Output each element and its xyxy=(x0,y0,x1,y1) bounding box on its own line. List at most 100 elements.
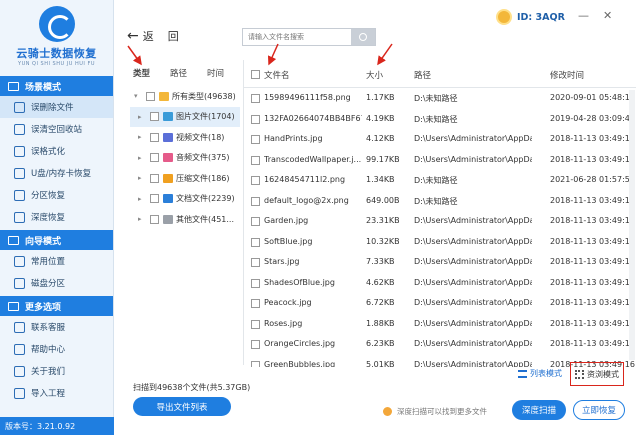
tab-time[interactable]: 时间 xyxy=(207,67,224,79)
scrollbar[interactable] xyxy=(629,90,635,360)
sidebar-item-import[interactable]: 导入工程 xyxy=(0,382,113,404)
recover-now-button[interactable]: 立即恢复 xyxy=(573,400,625,420)
file-size: 4.19KB xyxy=(366,113,395,123)
select-all-checkbox[interactable] xyxy=(251,70,260,79)
close-button[interactable]: ✕ xyxy=(603,9,612,22)
table-row[interactable]: TranscodedWallpaper.j... 99.17KB D:\Users\… xyxy=(244,150,636,171)
expand-icon[interactable]: ▸ xyxy=(138,195,146,203)
checkbox[interactable] xyxy=(150,112,159,122)
file-date: 2018-11-13 03:49:16 xyxy=(550,195,635,205)
sidebar-item-disk-partition[interactable]: 磁盘分区 xyxy=(0,272,113,294)
checkbox[interactable] xyxy=(146,91,155,101)
list-icon xyxy=(518,369,527,378)
row-checkbox[interactable] xyxy=(251,114,260,124)
table-row[interactable]: 16248454711l2.png 1.34KB D:\未知路径 2021-06-28… xyxy=(244,170,636,191)
sidebar-item-format[interactable]: 误格式化 xyxy=(0,140,113,162)
file-size: 6.72KB xyxy=(366,298,395,307)
back-button[interactable]: ← 返 回 xyxy=(127,28,179,44)
row-checkbox[interactable] xyxy=(251,135,260,144)
sidebar-item-deleted-files[interactable]: 误删除文件 xyxy=(0,96,113,118)
column-header-size[interactable]: 大小 xyxy=(366,69,383,81)
row-checkbox[interactable] xyxy=(251,258,260,267)
sidebar-item-help[interactable]: 帮助中心 xyxy=(0,338,113,360)
table-row[interactable]: OrangeCircles.jpg 6.23KB D:\Users\Administ… xyxy=(244,334,636,355)
file-date: 2018-11-13 03:49:16 xyxy=(550,134,635,143)
checkbox[interactable] xyxy=(150,132,159,142)
table-row[interactable]: default_logo@2x.png 649.00B D:\未知路径 2018-11… xyxy=(244,191,636,212)
expand-icon[interactable]: ▸ xyxy=(138,113,146,121)
expand-icon[interactable]: ▸ xyxy=(138,215,146,223)
sidebar-item-partition[interactable]: 分区恢复 xyxy=(0,184,113,206)
file-size: 4.12KB xyxy=(366,134,395,143)
table-row[interactable]: HandPrints.jpg 4.12KB D:\Users\Administrat… xyxy=(244,129,636,150)
tree-item-archives[interactable]: ▸ 压缩文件(186) xyxy=(130,168,240,189)
row-checkbox[interactable] xyxy=(251,237,260,247)
file-date: 2018-11-13 03:49:16 xyxy=(550,298,635,307)
expand-icon[interactable]: ▾ xyxy=(134,92,142,100)
row-checkbox[interactable] xyxy=(251,278,260,288)
checkbox[interactable] xyxy=(150,153,159,163)
tree-item-all[interactable]: ▾ 所有类型(49638) xyxy=(130,86,240,107)
sidebar-item-about[interactable]: 关于我们 xyxy=(0,360,113,382)
sidebar-item-recycle-bin[interactable]: 误清空回收站 xyxy=(0,118,113,140)
export-list-button[interactable]: 导出文件列表 xyxy=(133,397,231,416)
checkbox[interactable] xyxy=(150,194,159,204)
column-header-name[interactable]: 文件名 xyxy=(264,69,290,81)
tree-item-images[interactable]: ▸ 图片文件(1704) xyxy=(130,106,240,127)
sidebar-item-usb-card[interactable]: U盘/内存卡恢复 xyxy=(0,162,113,184)
row-checkbox[interactable] xyxy=(251,299,260,308)
section-wizard-mode[interactable]: 向导模式 xyxy=(0,230,113,250)
row-checkbox[interactable] xyxy=(251,155,260,165)
table-row[interactable]: ShadesOfBlue.jpg 4.62KB D:\Users\Administr… xyxy=(244,273,636,294)
user-avatar-icon xyxy=(496,9,512,25)
user-id[interactable]: ID: 3AQR xyxy=(496,9,565,25)
section-scene-mode[interactable]: 场景模式 xyxy=(0,76,113,96)
folder-icon xyxy=(14,255,25,267)
tab-type[interactable]: 类型 xyxy=(133,67,150,79)
other-file-icon xyxy=(163,214,173,224)
column-header-path[interactable]: 路径 xyxy=(414,69,431,81)
row-checkbox[interactable] xyxy=(251,217,260,226)
table-row[interactable]: Garden.jpg 23.31KB D:\Users\Administrator\… xyxy=(244,211,636,232)
list-view-button[interactable]: 列表模式 xyxy=(518,368,562,379)
tab-path[interactable]: 路径 xyxy=(170,67,187,79)
expand-icon[interactable]: ▸ xyxy=(138,174,146,182)
checkbox[interactable] xyxy=(150,173,159,183)
thumbnail-view-button[interactable]: 资浏模式 xyxy=(570,362,624,386)
search-button[interactable] xyxy=(351,29,375,45)
file-path: D:\Users\Administrator\AppData... xyxy=(414,216,532,225)
table-row[interactable]: SoftBlue.jpg 10.32KB D:\Users\Administrato… xyxy=(244,232,636,253)
table-row[interactable]: Stars.jpg 7.33KB D:\Users\Administrator\Ap… xyxy=(244,252,636,273)
deep-scan-button[interactable]: 深度扫描 xyxy=(512,400,566,420)
file-path: D:\Users\Administrator\AppData... xyxy=(414,236,532,246)
table-row[interactable]: 132FA02664074BB4BF67... 4.19KB D:\未知路径 2019… xyxy=(244,109,636,130)
sidebar-item-common-location[interactable]: 常用位置 xyxy=(0,250,113,272)
row-checkbox[interactable] xyxy=(251,176,260,185)
row-checkbox[interactable] xyxy=(251,94,260,103)
file-name: Roses.jpg xyxy=(264,318,303,328)
expand-icon[interactable]: ▸ xyxy=(138,154,146,162)
checkbox[interactable] xyxy=(150,214,159,224)
file-name: OrangeCircles.jpg xyxy=(264,339,336,348)
tree-item-videos[interactable]: ▸ 视频文件(18) xyxy=(130,127,240,148)
row-checkbox[interactable] xyxy=(251,319,260,329)
row-checkbox[interactable] xyxy=(251,360,260,367)
expand-icon[interactable]: ▸ xyxy=(138,133,146,141)
tree-item-documents[interactable]: ▸ 文档文件(2239) xyxy=(130,189,240,210)
row-checkbox[interactable] xyxy=(251,340,260,349)
file-date: 2019-04-28 03:09:46 xyxy=(550,113,635,123)
sidebar-item-contact[interactable]: 联系客服 xyxy=(0,316,113,338)
file-date: 2018-11-13 03:49:16 xyxy=(550,277,635,287)
section-more-options[interactable]: 更多选项 xyxy=(0,296,113,316)
column-header-date[interactable]: 修改时间 xyxy=(550,69,584,81)
search-input[interactable] xyxy=(243,33,351,41)
tree-item-audio[interactable]: ▸ 音频文件(375) xyxy=(130,148,240,169)
row-checkbox[interactable] xyxy=(251,196,260,206)
tree-item-others[interactable]: ▸ 其他文件(451... xyxy=(130,209,240,230)
sidebar-item-deep-recovery[interactable]: 深度恢复 xyxy=(0,206,113,228)
table-row[interactable]: Roses.jpg 1.88KB D:\Users\Administrator\Ap… xyxy=(244,314,636,335)
file-size: 23.31KB xyxy=(366,216,400,225)
minimize-button[interactable]: — xyxy=(578,9,589,22)
table-row[interactable]: 15989496111f58.png 1.17KB D:\未知路径 2020-09-0… xyxy=(244,88,636,109)
table-row[interactable]: Peacock.jpg 6.72KB D:\Users\Administrator\… xyxy=(244,293,636,314)
